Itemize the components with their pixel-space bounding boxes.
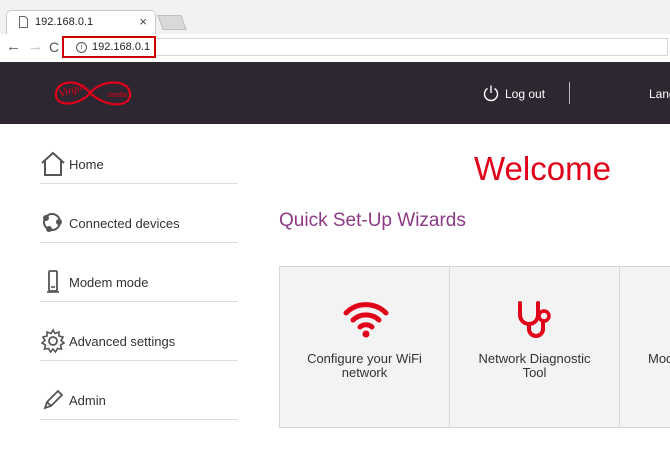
sidebar-nav: Home Connected devices Modem mode Advanc… [0,124,250,461]
sidebar-item-label: Home [69,157,104,172]
browser-tab[interactable]: 192.168.0.1 × [6,10,156,34]
page-icon [19,16,28,28]
wizard-card-label: Configure your WiFi network [307,351,422,380]
wizard-card-wifi[interactable]: Configure your WiFi network [279,266,450,428]
wizard-card-label: Network Diagnostic Tool [478,351,591,380]
sidebar-item-advanced-settings[interactable]: Advanced settings [40,301,238,361]
sidebar-item-label: Advanced settings [69,334,176,349]
sidebar-item-label: Modem mode [69,275,149,290]
modem-icon [47,270,59,293]
home-icon [41,151,65,176]
sidebar-item-label: Admin [69,393,106,408]
pencil-icon [43,389,64,410]
info-icon[interactable]: i [76,42,87,53]
wizard-card-modem[interactable]: Mod [619,266,670,428]
svg-text:media: media [108,92,127,99]
url-text[interactable]: 192.168.0.1 [92,41,150,53]
new-tab-button[interactable] [157,15,187,30]
wizard-card-diagnostic[interactable]: Network Diagnostic Tool [449,266,620,428]
language-selector[interactable]: Lang [649,87,670,101]
back-icon[interactable]: ← [6,39,21,55]
page-title: Welcome [474,150,611,187]
url-field-rest[interactable] [156,38,668,56]
forward-icon[interactable]: → [28,39,43,55]
reload-icon[interactable]: C [49,39,59,55]
devices-icon [43,213,62,232]
sidebar-item-modem-mode[interactable]: Modem mode [40,242,238,302]
wifi-icon [343,302,389,338]
header-divider [569,82,570,104]
logout-label: Log out [505,87,546,101]
power-icon [483,85,499,102]
site-header: Virgin media Log out Lang [0,62,670,124]
browser-tabstrip: 192.168.0.1 × [0,0,670,34]
sidebar-item-label: Connected devices [69,216,180,231]
sidebar-item-admin[interactable]: Admin [40,360,238,420]
sidebar-item-home[interactable]: Home [40,124,238,184]
tab-title: 192.168.0.1 [35,16,94,28]
stethoscope-icon [518,301,551,338]
quick-setup-heading: Quick Set-Up Wizards [279,210,466,231]
tab-close-icon[interactable]: × [139,14,147,29]
url-input[interactable]: i 192.168.0.1 [62,36,156,58]
virgin-media-logo[interactable]: Virgin media [50,69,136,117]
sidebar-item-connected-devices[interactable]: Connected devices [40,183,238,243]
gear-icon [40,328,66,354]
wizard-card-label: Mod [648,351,670,366]
address-bar: ← → C i 192.168.0.1 [0,34,670,63]
